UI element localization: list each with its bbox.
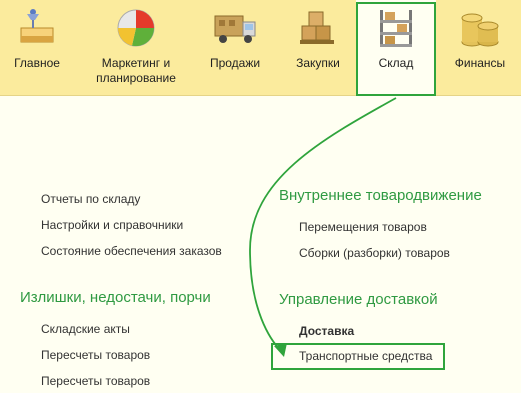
connector-arrow (249, 97, 397, 357)
